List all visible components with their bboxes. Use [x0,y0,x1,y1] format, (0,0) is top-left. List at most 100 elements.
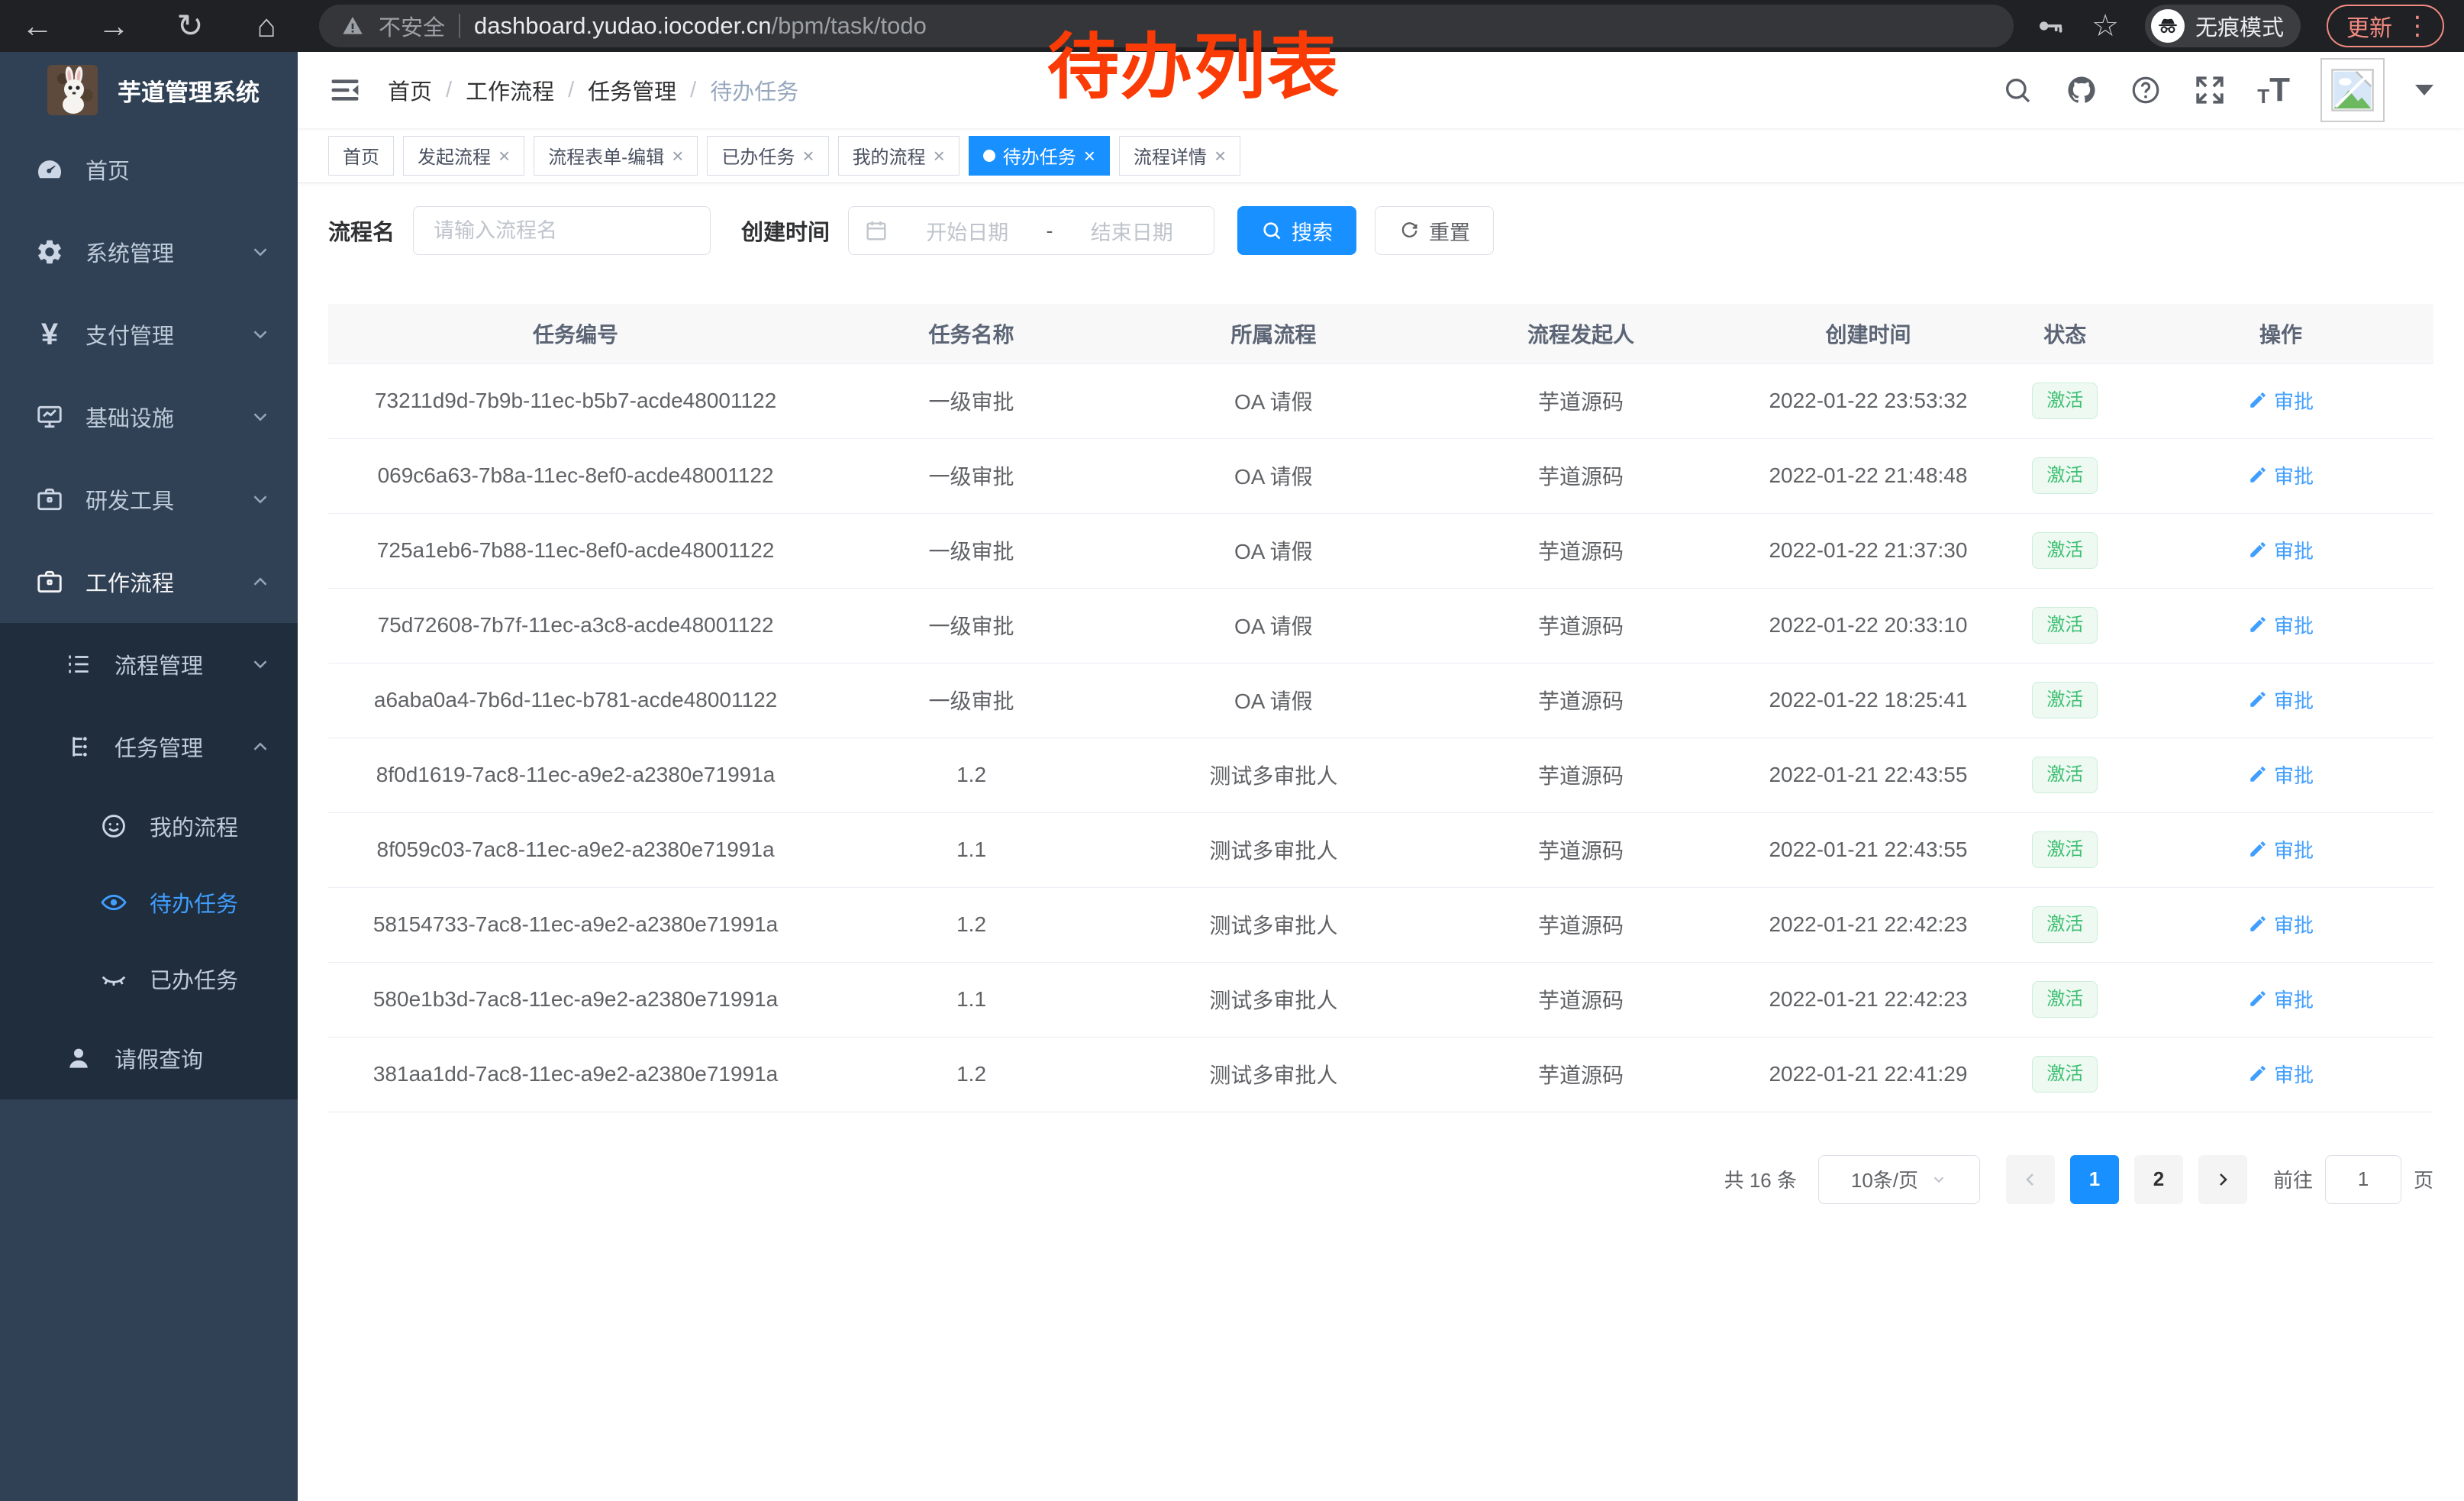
sidebar-item-payment[interactable]: ¥ 支付管理 [0,293,298,376]
close-icon[interactable]: × [1084,146,1095,166]
security-label[interactable]: 不安全 [379,10,445,42]
cell-status: 激活 [2002,1037,2128,1112]
sidebar-item-leave-query[interactable]: 请假查询 [0,1017,298,1099]
start-date-placeholder[interactable]: 开始日期 [901,216,1034,246]
status-badge: 激活 [2032,981,2098,1018]
breadcrumb-workflow[interactable]: 工作流程 [466,74,554,106]
avatar-dropdown-icon[interactable] [2415,85,2433,95]
search-button[interactable]: 搜索 [1237,206,1356,255]
update-button[interactable]: 更新 ⋮ [2327,5,2444,47]
tab-home[interactable]: 首页 [328,136,394,176]
status-badge: 激活 [2032,383,2098,419]
close-icon[interactable]: × [934,146,945,166]
process-name-input[interactable] [413,206,711,255]
sidebar-item-my-process[interactable]: 我的流程 [0,788,298,864]
tab-form-edit[interactable]: 流程表单-编辑× [534,136,698,176]
cell-process: 测试多审批人 [1120,738,1427,812]
github-icon[interactable] [2065,73,2098,107]
tab-my-process[interactable]: 我的流程× [838,136,959,176]
table-row: 381aa1dd-7ac8-11ec-a9e2-a2380e71991a 1.2… [328,1037,2433,1112]
tab-process-detail[interactable]: 流程详情× [1119,136,1240,176]
next-page-button[interactable] [2198,1155,2247,1204]
app-logo [47,65,98,115]
breadcrumb-task-mgmt[interactable]: 任务管理 [588,74,676,106]
reload-icon[interactable]: ↻ [173,10,208,42]
app-logo-row[interactable]: 芋道管理系统 [0,52,298,128]
incognito-badge: 无痕模式 [2145,5,2301,47]
sidebar-item-done-tasks[interactable]: 已办任务 [0,941,298,1017]
cell-status: 激活 [2002,812,2128,887]
cell-status: 激活 [2002,663,2128,738]
approve-button[interactable]: 审批 [2248,835,2314,863]
breadcrumb-home[interactable]: 首页 [388,74,432,106]
eye-icon [98,886,130,918]
col-task-name: 任务名称 [823,304,1120,363]
fullscreen-icon[interactable] [2193,73,2227,107]
key-icon[interactable] [2035,11,2066,41]
sidebar-item-process-mgmt[interactable]: 流程管理 [0,623,298,705]
url-host: dashboard.yudao.iocoder.cn [474,12,772,39]
table-header: 任务编号 任务名称 所属流程 流程发起人 创建时间 状态 操作 [328,304,2433,363]
approve-button[interactable]: 审批 [2248,536,2314,564]
sidebar-item-system[interactable]: 系统管理 [0,211,298,293]
date-range-picker[interactable]: 开始日期 - 结束日期 [848,206,1214,255]
chevron-right-icon [2214,1170,2232,1189]
list-icon [63,648,95,680]
approve-button[interactable]: 审批 [2248,985,2314,1013]
range-separator: - [1047,219,1053,243]
page-size-select[interactable]: 10条/页 [1818,1155,1980,1204]
sidebar-item-workflow[interactable]: 工作流程 [0,541,298,623]
font-size-icon[interactable]: TT [2257,73,2290,107]
browser-menu-icon[interactable]: ⋮ [2404,13,2430,39]
approve-button[interactable]: 审批 [2248,461,2314,489]
page-button-2[interactable]: 2 [2134,1155,2183,1204]
end-date-placeholder[interactable]: 结束日期 [1066,216,1199,246]
sidebar-item-label: 我的流程 [150,810,238,842]
home-icon[interactable]: ⌂ [249,10,284,42]
approve-button[interactable]: 审批 [2248,386,2314,415]
sidebar-item-devtools[interactable]: 研发工具 [0,458,298,541]
sidebar-item-task-mgmt[interactable]: 任务管理 [0,705,298,788]
cell-starter: 芋道源码 [1427,887,1735,962]
prev-page-button[interactable] [2006,1155,2055,1204]
help-icon[interactable] [2129,73,2162,107]
sidebar-item-label: 首页 [85,153,130,186]
goto-page-input[interactable] [2325,1155,2401,1204]
reset-button[interactable]: 重置 [1375,206,1494,255]
url-text[interactable]: dashboard.yudao.iocoder.cn/bpm/task/todo [474,12,927,40]
close-icon[interactable]: × [802,146,814,166]
close-icon[interactable]: × [672,146,683,166]
pagination: 共 16 条 10条/页 1 2 前往 页 [328,1155,2433,1204]
tab-done-tasks[interactable]: 已办任务× [707,136,828,176]
sidebar-item-label: 待办任务 [150,886,238,918]
sidebar-item-infra[interactable]: 基础设施 [0,376,298,458]
avatar[interactable] [2320,58,2385,122]
cell-create-time: 2022-01-21 22:41:29 [1734,1037,2001,1112]
approve-button[interactable]: 审批 [2248,910,2314,938]
approve-button[interactable]: 审批 [2248,686,2314,714]
cell-process: 测试多审批人 [1120,887,1427,962]
page-button-1[interactable]: 1 [2070,1155,2119,1204]
approve-button[interactable]: 审批 [2248,760,2314,789]
close-icon[interactable]: × [1214,146,1226,166]
bookmark-star-icon[interactable]: ☆ [2091,8,2119,44]
approve-button[interactable]: 审批 [2248,1060,2314,1088]
back-icon[interactable]: ← [20,10,55,42]
search-icon[interactable] [2001,73,2034,107]
status-badge: 激活 [2032,906,2098,943]
cell-status: 激活 [2002,887,2128,962]
sidebar-item-label: 流程管理 [114,648,203,680]
approve-button[interactable]: 审批 [2248,611,2314,639]
sidebar-menu: 首页 系统管理 ¥ 支付管理 基础设施 [0,128,298,1501]
cell-task-name: 1.1 [823,962,1120,1037]
table-row: 8f0d1619-7ac8-11ec-a9e2-a2380e71991a 1.2… [328,738,2433,812]
cell-starter: 芋道源码 [1427,363,1735,438]
sidebar-collapse-icon[interactable] [328,73,362,107]
sidebar-item-todo-tasks[interactable]: 待办任务 [0,864,298,941]
tab-start-process[interactable]: 发起流程× [403,136,524,176]
briefcase-icon [34,483,66,515]
sidebar-item-home[interactable]: 首页 [0,128,298,211]
forward-icon[interactable]: → [96,10,131,42]
tab-todo-tasks[interactable]: 待办任务× [969,136,1110,176]
close-icon[interactable]: × [498,146,510,166]
